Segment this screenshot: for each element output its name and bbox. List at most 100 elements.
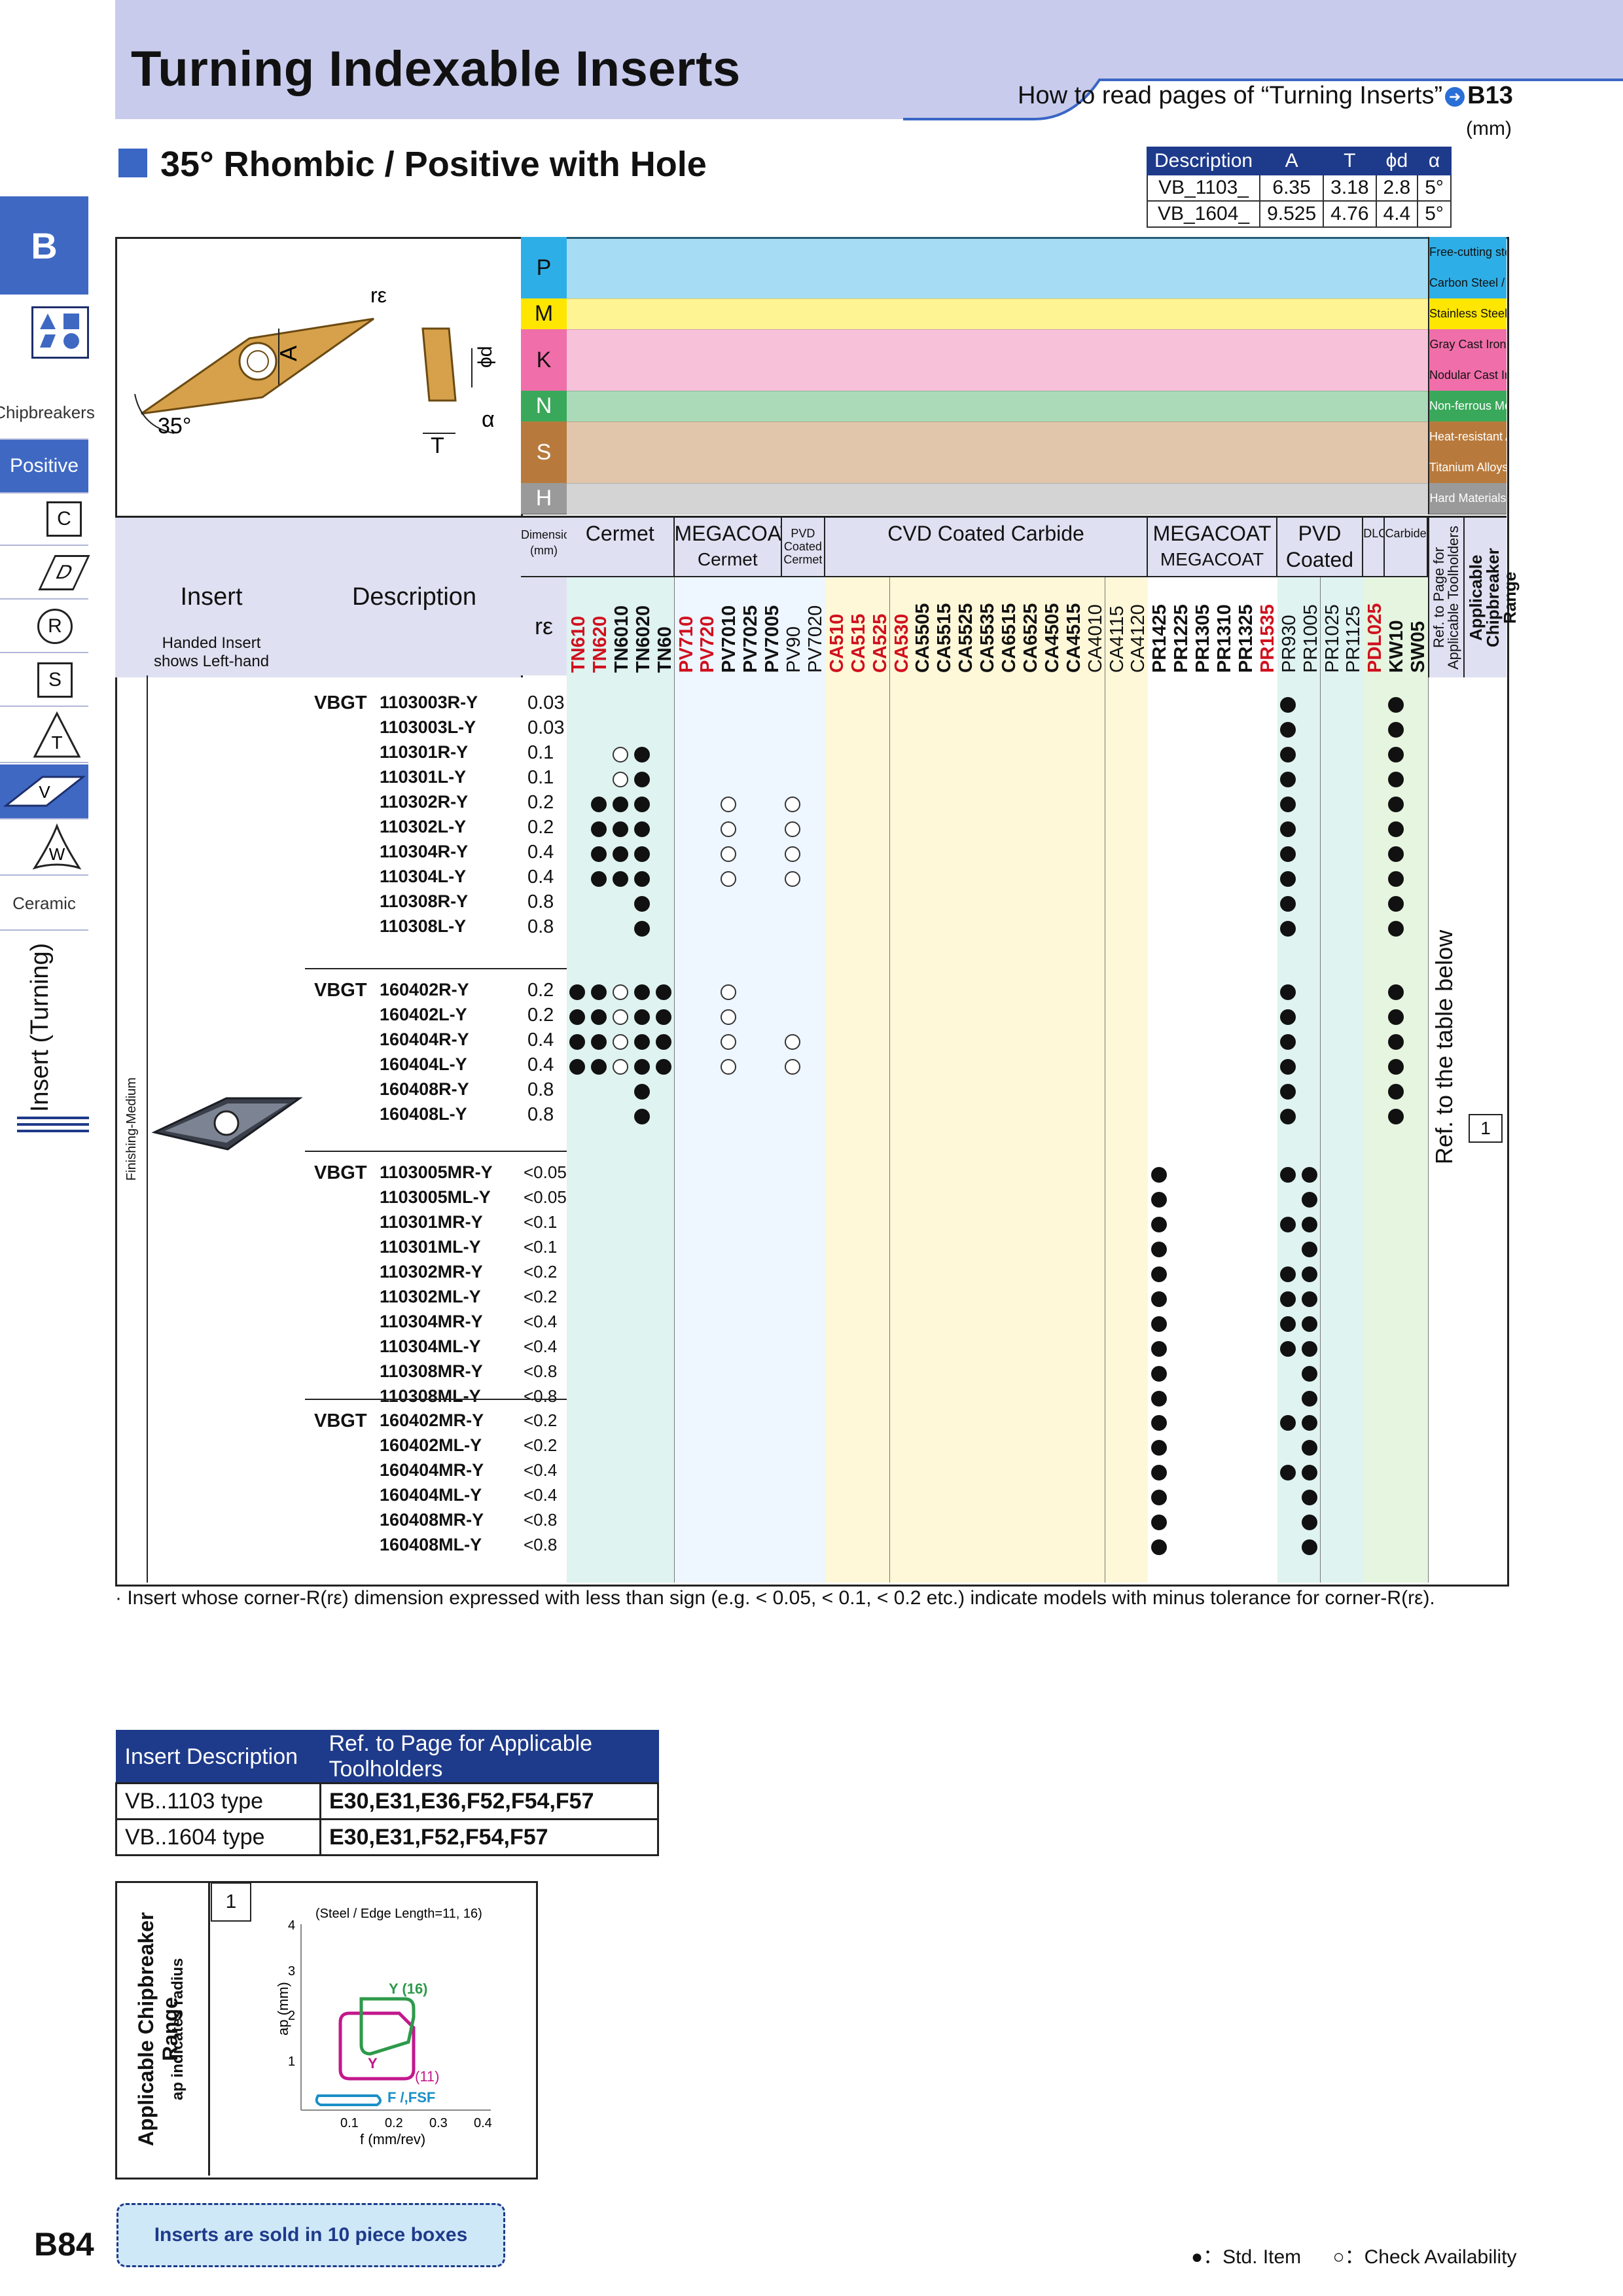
- chipbreaker-range-chart: (Steel / Edge Length=11, 16) 4 3 2 1 0.1…: [275, 1907, 492, 2147]
- table-row: VB_1103_ 6.35 3.18 2.8 5°: [1146, 174, 1452, 202]
- holder-ref-link[interactable]: E30,E31,F52,F54,F57: [319, 1818, 659, 1856]
- std-item-dot: [634, 1084, 651, 1100]
- grade-name: PR1125: [1343, 605, 1364, 673]
- sidebar-item-shape-r[interactable]: R: [0, 601, 88, 653]
- insert-code[interactable]: 110302L-Y: [380, 817, 466, 837]
- dims-header: ϕd: [1375, 147, 1419, 175]
- insert-code[interactable]: 1103003L-Y: [380, 717, 476, 738]
- insert-code[interactable]: 160404MR-Y: [380, 1460, 484, 1480]
- insert-code[interactable]: 160402L-Y: [380, 1005, 467, 1025]
- insert-code[interactable]: 110308R-Y: [380, 891, 468, 912]
- insert-code[interactable]: 110304R-Y: [380, 842, 468, 862]
- std-item-dot: [1387, 1109, 1404, 1124]
- std-item-dot: [1302, 1490, 1318, 1505]
- grade-column-tn60: [652, 577, 675, 1583]
- std-item-dot: [1280, 1341, 1296, 1357]
- ref-page-header-label: Ref. to Page for Applicable Toolholders: [1431, 526, 1461, 670]
- iso-band-k: [567, 329, 1428, 391]
- grade-name: TN6020: [632, 605, 654, 673]
- shape-group-icon[interactable]: [31, 306, 89, 359]
- insert-code[interactable]: 160404R-Y: [380, 1030, 469, 1050]
- insert-code[interactable]: 110301R-Y: [380, 742, 468, 762]
- sidebar-item-label: Chipbreakers: [0, 402, 95, 422]
- ref-page-header: Ref. to Page for Applicable Toolholders: [1428, 516, 1465, 677]
- corner-radius: 0.8: [527, 891, 554, 912]
- std-item-dot: [634, 921, 651, 937]
- insert-code[interactable]: 160408ML-Y: [380, 1535, 482, 1555]
- corner-radius: <0.8: [524, 1535, 558, 1554]
- corner-radius: 0.2: [527, 980, 554, 1001]
- description-header: Description: [308, 516, 523, 677]
- sidebar-item-shape-c[interactable]: C: [0, 493, 88, 546]
- sidebar-item-positive[interactable]: Positive: [0, 440, 88, 493]
- insert-code[interactable]: 160408L-Y: [380, 1104, 467, 1124]
- dims-cell: 6.35: [1259, 174, 1325, 202]
- sidebar-item-shape-w[interactable]: W: [0, 821, 88, 876]
- insert-code[interactable]: 110302ML-Y: [380, 1287, 481, 1307]
- chip-range-ref-number[interactable]: 1: [1469, 1114, 1503, 1143]
- dims-cell: 9.525: [1259, 200, 1325, 228]
- insert-code[interactable]: 110301MR-Y: [380, 1212, 483, 1232]
- check-availability-circle: [720, 846, 736, 862]
- sidebar-item-ceramic[interactable]: Ceramic: [0, 877, 88, 931]
- check-availability-circle: [720, 1034, 736, 1050]
- ref-table-below: Ref. to the table below: [1431, 929, 1457, 1165]
- how-to-read[interactable]: How to read pages of “Turning Inserts” ➜ B…: [1018, 82, 1513, 110]
- section-tab-b[interactable]: B: [0, 196, 88, 295]
- corner-radius: <0.4: [524, 1485, 558, 1505]
- std-item-dot: [1280, 1059, 1296, 1075]
- std-item-dot: [1302, 1266, 1318, 1282]
- std-item-dot: [1150, 1341, 1167, 1357]
- insert-code[interactable]: 160404ML-Y: [380, 1485, 482, 1505]
- unit-label: (mm): [1466, 118, 1512, 139]
- insert-code[interactable]: 160402R-Y: [380, 980, 469, 1000]
- insert-code[interactable]: 1103005MR-Y: [380, 1162, 493, 1183]
- grade-column-ca4010: [1083, 577, 1106, 1583]
- sidebar-item-shape-v[interactable]: V: [0, 764, 88, 819]
- insert-code[interactable]: 110301L-Y: [380, 767, 466, 787]
- grade-name: PR1225: [1171, 604, 1192, 673]
- material-label: Carbon Steel / Alloy Steel: [1428, 268, 1507, 299]
- insert-code[interactable]: 110302R-Y: [380, 792, 468, 812]
- insert-code[interactable]: 1103003R-Y: [380, 692, 478, 713]
- insert-code[interactable]: 160408MR-Y: [380, 1510, 484, 1530]
- insert-code[interactable]: 110304MR-Y: [380, 1312, 483, 1332]
- grade-name: CA4120: [1128, 604, 1149, 673]
- insert-code[interactable]: 160402MR-Y: [380, 1410, 484, 1431]
- std-item-dot: [1387, 984, 1404, 1000]
- insert-code[interactable]: 160402ML-Y: [380, 1435, 482, 1456]
- std-item-dot: [1302, 1440, 1318, 1456]
- insert-prefix: VBGT: [314, 692, 367, 713]
- how-to-read-ref[interactable]: B13: [1467, 82, 1513, 109]
- iso-band-p: [567, 237, 1428, 299]
- grade-name: KW10: [1386, 620, 1408, 673]
- insert-code[interactable]: 110302MR-Y: [380, 1262, 483, 1282]
- insert-code[interactable]: 110304ML-Y: [380, 1336, 481, 1357]
- grade-column-pr1325: [1234, 577, 1257, 1583]
- dims-cell: 5°: [1417, 200, 1452, 228]
- insert-code[interactable]: 110304L-Y: [380, 867, 466, 887]
- corner-radius: 0.4: [527, 867, 554, 888]
- sidebar-item-shape-d[interactable]: D: [0, 547, 90, 600]
- insert-code[interactable]: 110308ML-Y: [380, 1386, 481, 1407]
- std-item-dot: [1387, 871, 1404, 887]
- y-tick: 1: [288, 2054, 295, 2069]
- grade-column-pv7005: [760, 577, 783, 1583]
- sidebar-item-chipbreakers[interactable]: Chipbreakers: [0, 386, 95, 440]
- std-item-dot: [634, 871, 651, 887]
- insert-code[interactable]: 110308MR-Y: [380, 1361, 483, 1382]
- insert-header-note: Handed Insert shows Left-hand: [153, 634, 270, 670]
- sidebar-item-shape-t[interactable]: T: [0, 708, 88, 763]
- holder-ref-link[interactable]: E30,E31,E36,F52,F54,F57: [319, 1782, 659, 1820]
- grade-column-pr1535: [1255, 577, 1278, 1583]
- std-item-dot: [1280, 1266, 1296, 1282]
- insert-code[interactable]: 160408R-Y: [380, 1079, 469, 1100]
- insert-code[interactable]: 160404L-Y: [380, 1054, 467, 1075]
- grade-name: PV720: [697, 615, 719, 673]
- insert-code[interactable]: 110301ML-Y: [380, 1237, 481, 1257]
- sidebar-item-shape-s[interactable]: S: [0, 655, 88, 707]
- std-item-dot: [1302, 1415, 1318, 1431]
- insert-code[interactable]: 1103005ML-Y: [380, 1187, 491, 1208]
- insert-code[interactable]: 110308L-Y: [380, 916, 466, 937]
- std-item-dot: [634, 1109, 651, 1124]
